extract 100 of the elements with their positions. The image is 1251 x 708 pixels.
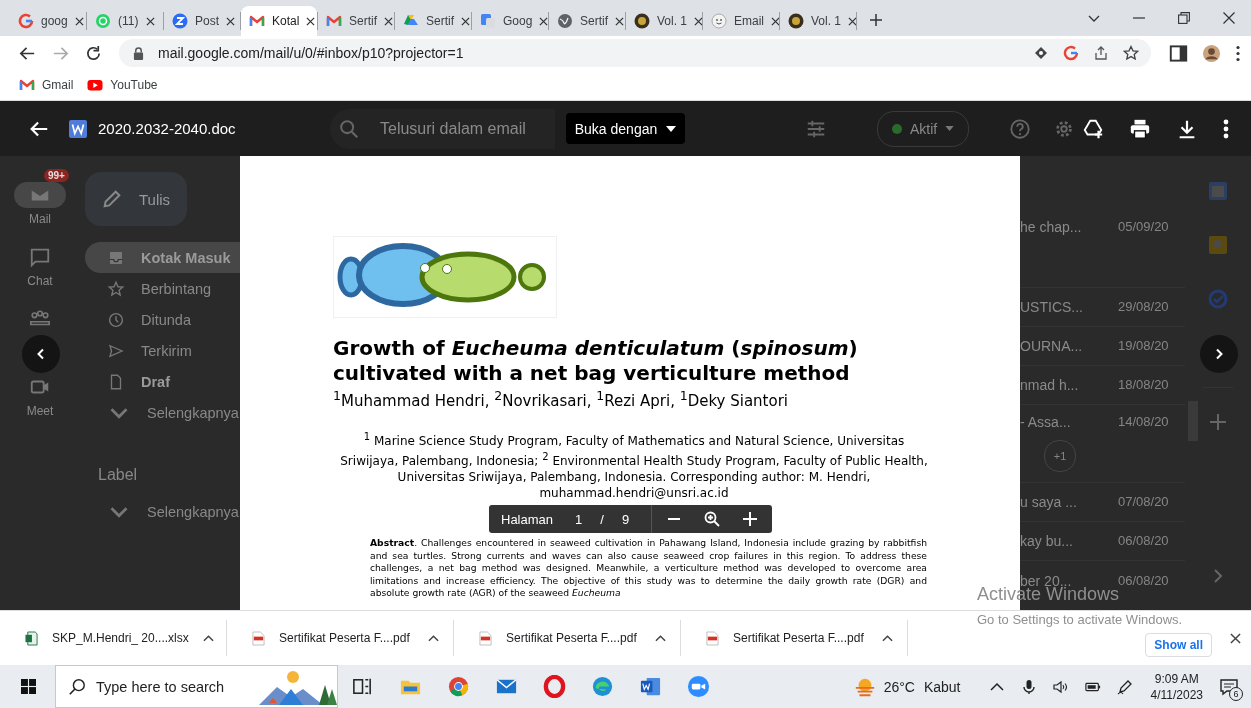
microphone-icon[interactable] (1020, 678, 1037, 695)
chevron-up-icon[interactable] (428, 634, 439, 642)
compose-button[interactable]: Tulis (85, 172, 187, 226)
close-icon[interactable] (226, 16, 235, 26)
close-icon[interactable] (848, 16, 858, 26)
search-placeholder: Type here to search (96, 678, 225, 695)
message-snippet: nmad h... (1020, 377, 1080, 393)
folder-item[interactable]: Ditunda (85, 304, 240, 335)
close-icon[interactable] (461, 16, 470, 26)
search-field[interactable]: Telusuri dalam email (330, 108, 555, 149)
download-item[interactable]: Sertifikat Peserta F....pdf (227, 620, 454, 656)
check-circle-icon (1208, 289, 1228, 309)
caret-icon (945, 126, 955, 131)
abstract-text: Abstract. Challenges encountered in seaweed cultivation in Pahawang Island, Indonesia include grazing by rabbitfish and sea turtles. Strong currents and waves can also cause seaweed crop failures in this region. To address these challenges, a net bag method was designed. Meanwhile, a verticulture method was developed to overcome area limitations and increase efficiency. The objective of this study was to determine the daily growth rate (DGR) and absolute growth rate (AGR) of the seaweed Eucheuma (370, 537, 927, 600)
chevron-up-icon[interactable] (882, 634, 893, 642)
show-all-button[interactable]: Show all (1145, 633, 1212, 657)
chevron-up-icon[interactable] (655, 634, 666, 642)
pen-icon[interactable] (1116, 678, 1133, 695)
status-text: Aktif (910, 120, 938, 137)
message-date: 05/09/20 (1118, 219, 1169, 235)
taskbar-search-field[interactable]: Type here to search (55, 665, 338, 708)
zoom-app-icon[interactable] (686, 675, 710, 698)
browser-tab[interactable]: Post (164, 6, 240, 36)
restore-icon[interactable] (1178, 12, 1190, 24)
pdf-file-icon (706, 630, 719, 646)
download-item[interactable]: Sertifikat Peserta F....pdf (454, 620, 681, 656)
browser-tab[interactable]: Email (703, 6, 779, 36)
affiliation-text: $^{1}$ Marine Science Study Program, Faculty of Mathematics and Natural Science, Universitas Sriwijaya, Palembang, Indonesia; $^{2}$ Environmental Health Study Program, Faculty of Public Health, Universitas Sriwijaya, Palembang, Indonesia. Corresponding author: M. Hendri, muhammad.hendri@unsri.ac.id (339, 430, 929, 501)
magnifier-icon[interactable] (704, 511, 721, 527)
message-snippet: u saya ... (1020, 494, 1078, 510)
address-field[interactable]: mail.google.com/mail/u/0/#inbox/p10?projector=1 (119, 39, 1151, 67)
folder-item[interactable]: Draf (85, 366, 240, 397)
clock-date[interactable]: 4/11/2023 (1150, 686, 1203, 703)
bookmark-link[interactable]: Gmail (19, 77, 74, 93)
browser-tab[interactable]: Vol. 1 (626, 6, 702, 36)
colored-g-icon[interactable] (1063, 45, 1079, 61)
side-panel-icon[interactable] (1169, 43, 1188, 63)
previous-button[interactable] (22, 335, 60, 373)
close-icon[interactable] (694, 16, 704, 26)
close-icon[interactable] (146, 16, 155, 26)
close-icon[interactable] (771, 16, 780, 26)
more-menu-icon[interactable] (1235, 43, 1241, 63)
notification-icon[interactable] (1219, 676, 1239, 697)
favicon-icon (788, 13, 804, 29)
url-text: mail.google.com/mail/u/0/#inbox/p10?projector=1 (158, 45, 465, 61)
activation-notice-message: Go to Settings to activate Windows. (977, 611, 1183, 629)
close-icon[interactable] (306, 16, 316, 26)
favicon-icon (172, 13, 188, 29)
bookmark-link[interactable]: YouTube (87, 77, 158, 93)
clock-time[interactable]: 9:09 AM (1154, 670, 1199, 687)
close-icon[interactable] (615, 16, 624, 26)
rail-icon-button[interactable] (14, 182, 66, 208)
more-menu-icon[interactable] (1223, 118, 1229, 139)
browser-tab[interactable]: Goog (472, 6, 548, 36)
close-icon[interactable] (74, 16, 84, 26)
chevron-up-icon[interactable] (202, 634, 214, 642)
speaker-icon[interactable] (1052, 678, 1069, 695)
author-list: $^{1}$Muhammad Hendri, $^{2}$Novrikasari, $^{1}$Rezi Apri, $^{1}$Deky Siantori (333, 386, 960, 411)
folder-item[interactable]: Terkirim (85, 335, 240, 366)
share-icon[interactable] (1093, 45, 1109, 61)
print-icon[interactable] (1129, 117, 1151, 140)
folder-item[interactable]: Berbintang (85, 273, 240, 304)
browser-tab[interactable]: Sertif (318, 6, 394, 36)
chrome-app-icon[interactable] (446, 675, 470, 698)
opera-app-icon[interactable] (542, 675, 566, 698)
notification-count-badge: 6 (1229, 686, 1243, 701)
message-snippet: USTICS... (1020, 299, 1084, 315)
favicon-icon (480, 13, 496, 29)
close-icon[interactable] (384, 16, 393, 26)
windows-start-icon[interactable] (21, 679, 36, 694)
folder-item[interactable]: Selengkapnya (85, 496, 240, 527)
folder-item[interactable]: Selengkapnya (85, 397, 240, 428)
browser-tab[interactable]: Kotal (241, 6, 317, 36)
download-item[interactable]: SKP_M.Hendri_ 20....xlsx (0, 620, 227, 656)
rail-label: Meet (26, 404, 54, 418)
download-item[interactable]: Sertifikat Peserta F....pdf (681, 620, 908, 656)
word-app-icon[interactable] (638, 675, 662, 698)
weather-condition-text: Kabut (923, 678, 961, 695)
browser-tab[interactable]: Sertif (549, 6, 625, 36)
browser-tab[interactable]: Vol. 1 (780, 6, 856, 36)
favicon-icon (249, 13, 265, 29)
close-icon[interactable] (539, 16, 549, 26)
message-snippet: he chap... (1020, 219, 1083, 235)
profile-avatar-icon[interactable] (1202, 43, 1221, 63)
star-icon[interactable] (1123, 45, 1139, 61)
message-date: 07/08/20 (1118, 494, 1169, 510)
close-icon[interactable] (1230, 632, 1241, 644)
diamond-icon[interactable] (1033, 45, 1049, 61)
browser-tab[interactable]: (11) (87, 6, 163, 36)
page-number[interactable]: 1 (575, 511, 583, 527)
reload-icon[interactable] (84, 43, 103, 63)
open-with-button[interactable]: Buka dengan (565, 113, 686, 144)
new-tab-icon[interactable] (869, 13, 883, 27)
browser-tab[interactable]: Sertif (395, 6, 471, 36)
edge-app-icon[interactable] (590, 675, 614, 698)
zoom-in-icon[interactable] (742, 511, 759, 527)
favicon-icon (95, 13, 111, 29)
next-button[interactable] (1200, 335, 1238, 373)
close-icon[interactable] (1223, 12, 1235, 24)
browser-tab[interactable]: goog (10, 6, 86, 36)
